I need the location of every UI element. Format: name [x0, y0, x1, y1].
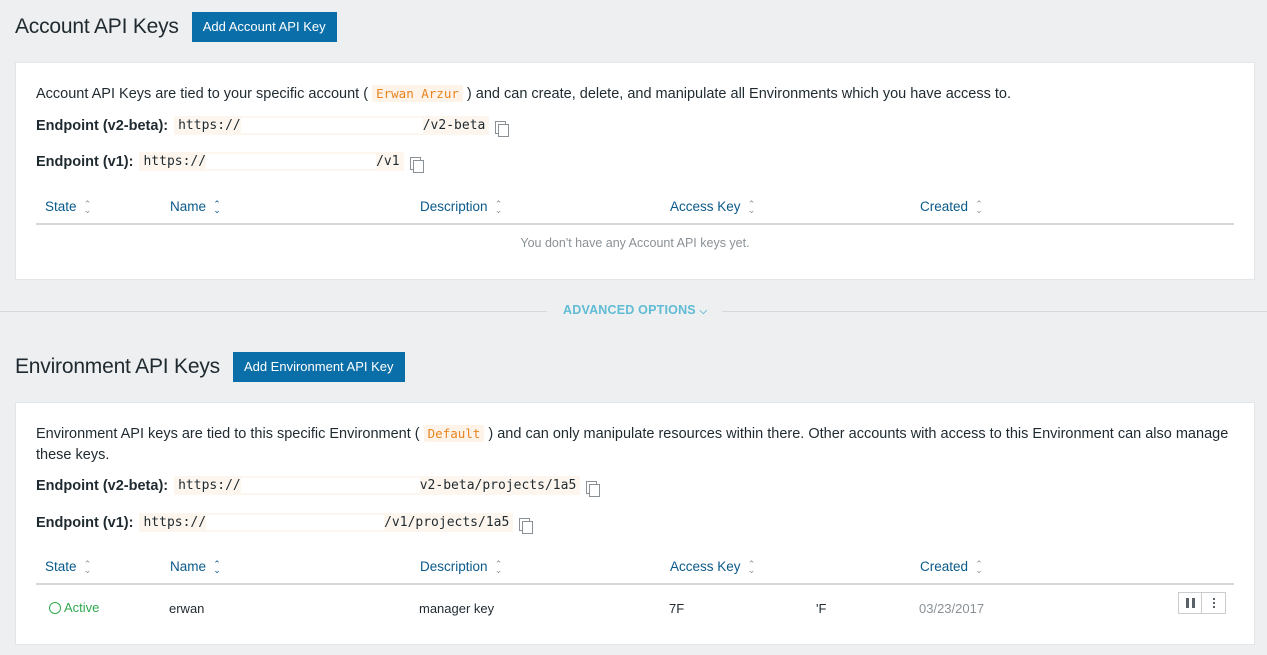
sort-icon: ⌃ ⌄ — [213, 198, 221, 215]
status-badge: Active — [49, 600, 99, 615]
environment-api-keys-card: Environment API keys are tied to this sp… — [15, 402, 1255, 645]
copy-icon[interactable] — [519, 517, 534, 534]
row-created: 03/23/2017 — [919, 601, 985, 616]
account-endpoint-v2-row: Endpoint (v2-beta): https:// /v2-beta — [36, 116, 510, 137]
environment-api-keys-title: Environment API Keys — [15, 355, 220, 378]
copy-icon[interactable] — [409, 156, 424, 173]
env-desc-before: Environment API keys are tied to this sp… — [36, 426, 420, 442]
account-desc-before: Account API Keys are tied to your specif… — [36, 86, 369, 102]
deactivate-button[interactable] — [1178, 592, 1202, 614]
endpoint-v2-url-end: /v2-beta — [422, 118, 486, 133]
endpoint-v1-url[interactable]: https:// /v1 — [139, 152, 404, 171]
env-endpoint-v1-row: Endpoint (v1): https:// /v1/projects/1a5 — [36, 513, 534, 534]
add-environment-api-key-button[interactable]: Add Environment API Key — [232, 352, 405, 382]
account-name-chip: Erwan Arzur — [372, 85, 463, 102]
column-description-label: Description — [420, 559, 488, 574]
column-state-label: State — [45, 559, 77, 574]
pause-icon — [1185, 598, 1195, 608]
endpoint-v2-url-start: https:// — [178, 478, 241, 493]
endpoint-v1-url-start: https:// — [143, 154, 207, 169]
endpoint-v2-label: Endpoint (v2-beta): — [36, 477, 169, 494]
column-name[interactable]: Name ⌃ ⌄ — [170, 559, 221, 574]
column-description[interactable]: Description ⌃ ⌄ — [420, 559, 503, 574]
sort-icon: ⌃ ⌄ — [975, 198, 983, 215]
chevron-down-icon: ⌵ — [699, 306, 708, 317]
column-access-key-label: Access Key — [670, 199, 741, 214]
sort-icon: ⌃ ⌄ — [494, 558, 503, 575]
endpoint-v2-url-start: https:// — [178, 118, 241, 133]
account-keys-empty-message: You don't have any Account API keys yet. — [520, 236, 750, 250]
account-api-keys-card: Account API Keys are tied to your specif… — [15, 62, 1255, 280]
status-label: Active — [64, 600, 100, 615]
copy-icon[interactable] — [495, 120, 510, 137]
advanced-options-label: ADVANCED OPTIONS — [563, 303, 696, 317]
row-access-key-end: 'F — [816, 601, 827, 616]
row-access-key-start: 7F — [669, 601, 685, 616]
endpoint-v1-url-end: /v1 — [376, 154, 400, 169]
column-state-label: State — [45, 199, 77, 214]
column-description-label: Description — [420, 199, 488, 214]
account-api-keys-title: Account API Keys — [15, 15, 179, 38]
sort-icon: ⌃ ⌄ — [83, 198, 92, 215]
environment-name-chip: Default — [423, 425, 485, 442]
column-created-label: Created — [920, 559, 969, 574]
account-api-keys-header: Account API Keys Add Account API Key — [15, 12, 337, 42]
sort-icon: ⌃ ⌄ — [494, 198, 503, 215]
column-access-key[interactable]: Access Key ⌃ ⌄ — [670, 559, 756, 574]
sort-icon: ⌃ ⌄ — [747, 558, 756, 575]
column-name-label: Name — [170, 559, 207, 574]
column-access-key[interactable]: Access Key ⌃ ⌄ — [670, 199, 756, 214]
endpoint-v2-url-end: v2-beta/projects/1a5 — [419, 478, 577, 493]
circle-status-icon — [49, 601, 61, 614]
row-name: erwan — [169, 601, 205, 616]
sort-icon: ⌃ ⌄ — [83, 558, 92, 575]
column-access-key-label: Access Key — [670, 559, 741, 574]
endpoint-v1-url-start: https:// — [143, 515, 207, 530]
endpoint-v2-url[interactable]: https:// /v2-beta — [174, 116, 490, 135]
copy-icon[interactable] — [586, 480, 601, 497]
env-endpoint-v2-row: Endpoint (v2-beta): https:// v2-beta/proj… — [36, 476, 601, 497]
column-created[interactable]: Created ⌃ ⌄ — [920, 559, 983, 574]
column-created-label: Created — [920, 199, 969, 214]
endpoint-v1-label: Endpoint (v1): — [36, 153, 134, 170]
more-actions-button[interactable] — [1202, 592, 1226, 614]
advanced-divider-left — [0, 311, 547, 312]
environment-api-keys-header: Environment API Keys Add Environment API… — [15, 352, 405, 382]
kebab-menu-icon — [1212, 598, 1215, 608]
account-endpoint-v1-row: Endpoint (v1): https:// /v1 — [36, 152, 424, 173]
endpoint-v2-label: Endpoint (v2-beta): — [36, 117, 169, 134]
column-created[interactable]: Created ⌃ ⌄ — [920, 199, 983, 214]
table-row: Active erwan manager key 7F 'F 03/23/201… — [36, 589, 1234, 625]
endpoint-v1-url-end: /v1/projects/1a5 — [384, 515, 510, 530]
row-description: manager key — [419, 601, 495, 616]
column-name-label: Name — [170, 199, 207, 214]
endpoint-v1-url[interactable]: https:// /v1/projects/1a5 — [139, 513, 514, 532]
column-state[interactable]: State ⌃ ⌄ — [45, 559, 92, 574]
endpoint-v1-label: Endpoint (v1): — [36, 514, 134, 531]
column-state[interactable]: State ⌃ ⌄ — [45, 199, 92, 214]
add-account-api-key-button[interactable]: Add Account API Key — [191, 12, 337, 42]
sort-icon: ⌃ ⌄ — [213, 558, 221, 575]
row-actions — [1178, 592, 1226, 614]
sort-icon: ⌃ ⌄ — [747, 198, 756, 215]
endpoint-v2-url[interactable]: https:// v2-beta/projects/1a5 — [174, 476, 581, 495]
env-keys-table-header: State ⌃ ⌄ Name ⌃ ⌄ Description ⌃ ⌄ Access Key ⌃… — [36, 551, 1234, 585]
environment-description: Environment API keys are tied to this sp… — [36, 423, 1234, 466]
account-keys-table-header: State ⌃ ⌄ Name ⌃ ⌄ Description ⌃ ⌄ Access Key ⌃… — [36, 191, 1234, 225]
advanced-options-toggle[interactable]: ADVANCED OPTIONS ⌵ — [563, 303, 707, 317]
account-description: Account API Keys are tied to your specif… — [36, 83, 1011, 105]
advanced-divider-right — [722, 311, 1267, 312]
account-desc-after: ) and can create, delete, and manipulate… — [466, 86, 1011, 102]
column-description[interactable]: Description ⌃ ⌄ — [420, 199, 503, 214]
sort-icon: ⌃ ⌄ — [975, 558, 983, 575]
column-name[interactable]: Name ⌃ ⌄ — [170, 199, 221, 214]
